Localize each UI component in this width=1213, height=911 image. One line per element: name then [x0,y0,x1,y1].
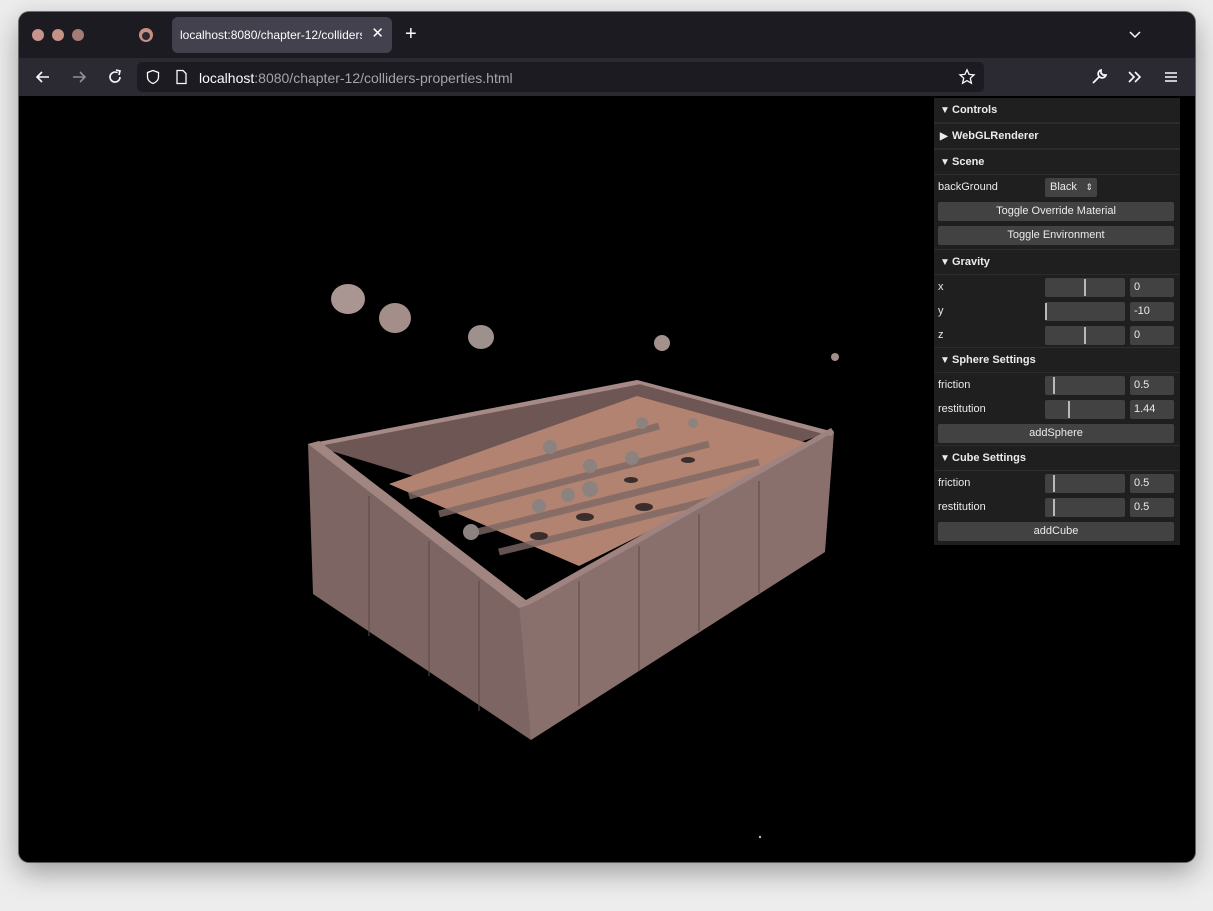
wrench-icon[interactable] [1089,67,1109,87]
slider-knob[interactable] [1053,475,1055,492]
gravity-z-slider[interactable] [1045,326,1125,345]
url-text[interactable]: localhost:8080/chapter-12/colliders-prop… [199,70,513,86]
add-cube-button[interactable]: addCube [938,522,1174,541]
chevron-right-icon: ▶ [940,131,948,142]
sphere-restitution-row: restitution 1.44 [934,397,1180,421]
dust-particle [758,835,762,839]
slider-knob[interactable] [1084,327,1086,344]
slider-knob[interactable] [1045,303,1047,320]
sphere-restitution-label: restitution [938,403,986,415]
gravity-x-row: x 0 [934,275,1180,299]
folder-cube-settings[interactable]: ▼ Cube Settings [934,445,1180,471]
chevron-down-icon: ▼ [940,157,950,168]
sphere [331,284,365,314]
slider-knob[interactable] [1053,499,1055,516]
forward-icon[interactable] [69,67,89,87]
gravity-z-row: z 0 [934,323,1180,347]
reload-icon[interactable] [105,67,125,87]
cube-restitution-slider[interactable] [1045,498,1125,517]
folder-gravity[interactable]: ▼ Gravity [934,249,1180,275]
toggle-environment-button[interactable]: Toggle Environment [938,226,1174,245]
sphere-restitution-slider[interactable] [1045,400,1125,419]
gravity-z-input[interactable]: 0 [1130,326,1174,345]
add-sphere-row: addSphere [934,421,1180,445]
tab-bar: localhost:8080/chapter-12/colliders ✕ + [19,12,1195,58]
background-label: backGround [938,181,998,193]
cube-friction-slider[interactable] [1045,474,1125,493]
sphere-friction-slider[interactable] [1045,376,1125,395]
chevron-down-icon[interactable] [1127,26,1143,42]
sphere-friction-row: friction 0.5 [934,373,1180,397]
sphere-friction-label: friction [938,379,971,391]
toggle-override-material-button[interactable]: Toggle Override Material [938,202,1174,221]
sphere [468,325,494,349]
gravity-x-slider[interactable] [1045,278,1125,297]
close-window-button[interactable] [32,29,44,41]
chevron-down-icon: ▼ [940,453,950,464]
overflow-menu-icon[interactable] [1125,67,1145,87]
webgl-canvas[interactable]: ▼ Controls ▶ WebGLRenderer ▼ Scene backGrou… [19,96,1195,862]
chevron-down-icon: ▼ [940,355,950,366]
sphere-restitution-input[interactable]: 1.44 [1130,400,1174,419]
slider-knob[interactable] [1084,279,1086,296]
folder-scene[interactable]: ▼ Scene [934,149,1180,175]
toggle-override-row: Toggle Override Material [934,199,1180,223]
chevron-down-icon: ▼ [940,257,950,268]
zoom-window-button[interactable] [72,29,84,41]
gravity-y-row: y -10 [934,299,1180,323]
page-icon[interactable] [173,69,189,85]
sphere [654,335,670,351]
shield-icon[interactable] [145,69,161,85]
chevron-down-icon: ▼ [940,105,950,116]
cube-restitution-label: restitution [938,501,986,513]
gravity-z-label: z [938,329,944,341]
tab-title: localhost:8080/chapter-12/colliders [180,28,362,42]
slider-knob[interactable] [1068,401,1070,418]
firefox-view-icon[interactable] [137,26,155,44]
controls-panel: ▼ Controls ▶ WebGLRenderer ▼ Scene backGrou… [934,98,1180,545]
controls-header[interactable]: ▼ Controls [934,98,1180,123]
new-tab-button[interactable]: + [405,23,417,45]
folder-sphere-settings[interactable]: ▼ Sphere Settings [934,347,1180,373]
sphere [831,353,839,361]
toggle-environment-row: Toggle Environment [934,223,1180,247]
cube-restitution-row: restitution 0.5 [934,495,1180,519]
background-row: backGround Black ⇕ [934,175,1180,199]
sphere-friction-input[interactable]: 0.5 [1130,376,1174,395]
cube-restitution-input[interactable]: 0.5 [1130,498,1174,517]
url-bar[interactable]: localhost:8080/chapter-12/colliders-prop… [137,62,984,92]
gravity-x-label: x [938,281,944,293]
cube-friction-input[interactable]: 0.5 [1130,474,1174,493]
gravity-x-input[interactable]: 0 [1130,278,1174,297]
select-arrows-icon: ⇕ [1085,182,1093,192]
add-sphere-button[interactable]: addSphere [938,424,1174,443]
gravity-y-input[interactable]: -10 [1130,302,1174,321]
sphere [379,303,411,333]
cube-friction-label: friction [938,477,971,489]
folder-webglrenderer[interactable]: ▶ WebGLRenderer [934,123,1180,149]
slider-knob[interactable] [1053,377,1055,394]
close-tab-icon[interactable]: ✕ [371,25,384,43]
back-icon[interactable] [33,67,53,87]
minimize-window-button[interactable] [52,29,64,41]
add-cube-row: addCube [934,519,1180,545]
hamburger-menu-icon[interactable] [1161,67,1181,87]
active-tab[interactable]: localhost:8080/chapter-12/colliders ✕ [172,17,392,53]
background-select[interactable]: Black ⇕ [1045,178,1097,197]
browser-window: localhost:8080/chapter-12/colliders ✕ + … [19,12,1195,862]
bookmark-star-icon[interactable] [958,68,976,86]
nav-bar: localhost:8080/chapter-12/colliders-prop… [19,58,1195,96]
gravity-y-label: y [938,305,944,317]
gravity-y-slider[interactable] [1045,302,1125,321]
cube-friction-row: friction 0.5 [934,471,1180,495]
